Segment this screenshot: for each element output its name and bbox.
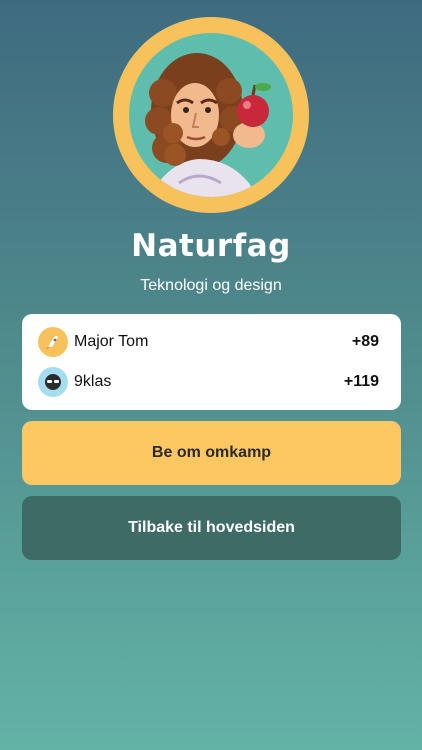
scientist-with-apple-illustration	[129, 33, 293, 197]
quiz-avatar-frame	[113, 17, 309, 213]
rocket-icon	[46, 336, 58, 349]
player-name: Major Tom	[74, 333, 149, 350]
player-avatar	[38, 327, 68, 357]
rematch-button[interactable]: Be om omkamp	[22, 421, 401, 485]
result-row: 9klas +119	[22, 362, 401, 402]
results-card: Major Tom +89 9klas +119	[22, 314, 401, 410]
player-score: +89	[351, 333, 379, 350]
result-row: Major Tom +89	[22, 322, 401, 362]
back-to-home-button[interactable]: Tilbake til hovedsiden	[22, 496, 401, 560]
player-name: 9klas	[74, 373, 112, 390]
quiz-title: Naturfag	[131, 228, 291, 264]
player-score: +119	[343, 373, 379, 390]
quiz-subtitle: Teknologi og design	[140, 277, 282, 294]
player-avatar	[38, 367, 68, 397]
sunglasses-icon	[45, 374, 61, 390]
